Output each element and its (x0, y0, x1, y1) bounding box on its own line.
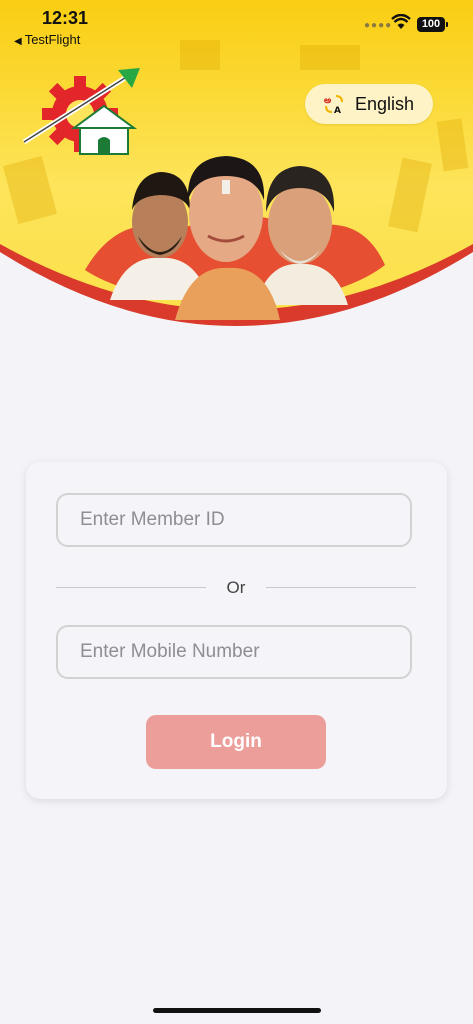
back-triangle-icon: ◀ (14, 36, 22, 47)
language-label: English (355, 93, 415, 114)
mobile-number-input[interactable] (56, 625, 412, 679)
party-logo-icon (22, 68, 140, 155)
status-bar: 12:31 ◀ TestFlight ●●●● 100 (0, 0, 473, 60)
wifi-icon (391, 14, 411, 29)
separator-line-left (56, 587, 206, 588)
svg-text:A: A (334, 106, 341, 115)
login-card: Or Login (26, 462, 447, 799)
back-to-app-link[interactable]: ◀ TestFlight (14, 32, 80, 47)
cellular-dots-icon: ●●●● (364, 20, 393, 31)
login-button[interactable]: Login (146, 715, 326, 769)
translate-icon: అ A (324, 95, 343, 115)
home-indicator[interactable] (153, 1008, 321, 1013)
clock-time: 12:31 (42, 8, 89, 28)
member-id-input[interactable] (56, 493, 412, 547)
svg-text:అ: అ (324, 96, 332, 106)
language-selector-button[interactable]: అ A English (305, 84, 433, 124)
back-app-label: TestFlight (24, 32, 81, 47)
separator-line-right (266, 587, 416, 588)
battery-indicator: 100 (417, 17, 448, 32)
or-separator-text: Or (226, 578, 246, 597)
